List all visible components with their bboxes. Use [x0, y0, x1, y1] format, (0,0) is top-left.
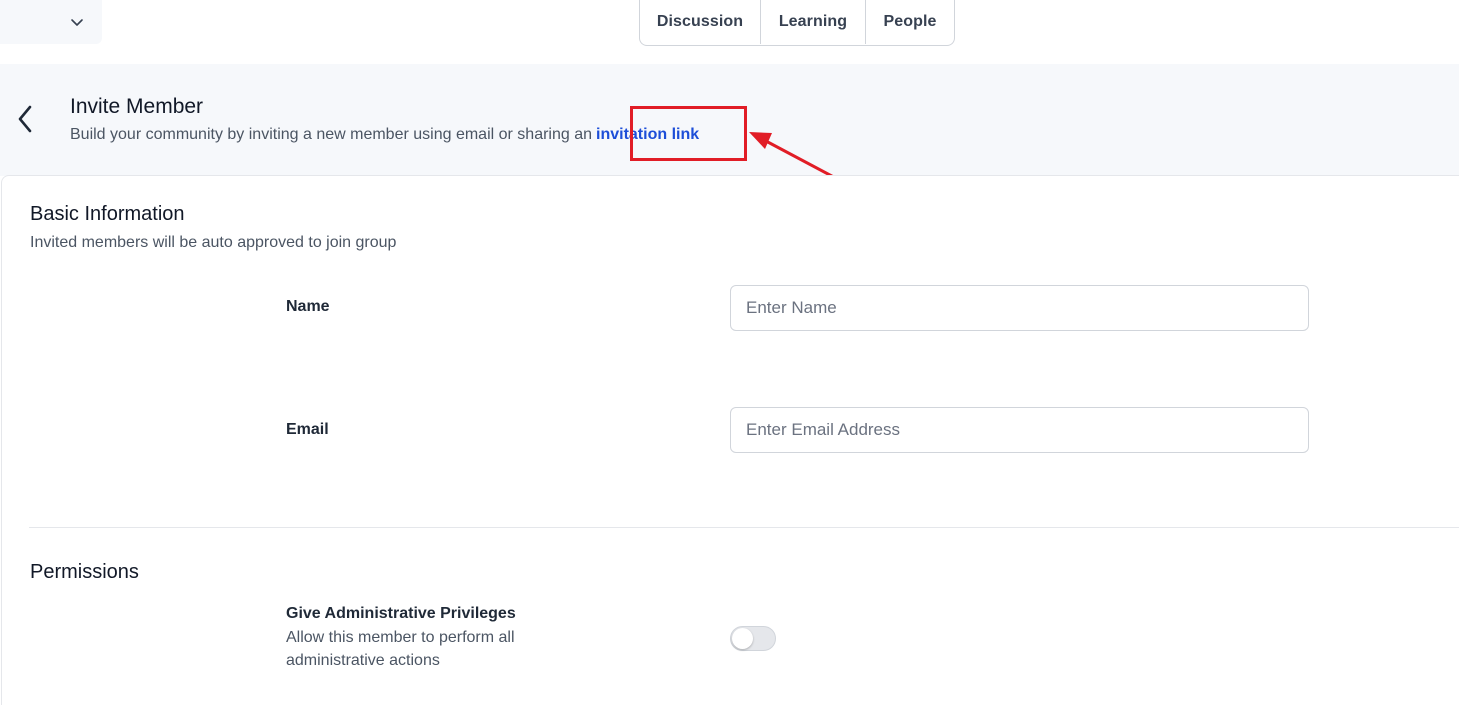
page-subtitle: Build your community by inviting a new m… — [70, 126, 699, 144]
email-label: Email — [286, 421, 329, 438]
admin-privileges-label: Give Administrative Privileges — [286, 605, 516, 622]
chevron-down-icon — [71, 19, 83, 26]
name-label: Name — [286, 298, 330, 315]
page-subtitle-text: Build your community by inviting a new m… — [70, 126, 593, 143]
tab-learning[interactable]: Learning — [761, 0, 866, 44]
permissions-title: Permissions — [30, 561, 139, 583]
tab-people[interactable]: People — [866, 0, 954, 44]
tab-discussion[interactable]: Discussion — [640, 0, 761, 44]
section-divider — [29, 527, 1459, 528]
back-button[interactable] — [12, 102, 38, 136]
page-title: Invite Member — [70, 95, 204, 118]
main-tabs: Discussion Learning People — [639, 0, 955, 46]
email-input[interactable] — [730, 407, 1309, 453]
top-bar: Discussion Learning People — [0, 0, 1459, 64]
chevron-left-icon — [18, 105, 32, 133]
admin-privileges-description: Allow this member to perform all adminis… — [286, 629, 515, 669]
admin-privileges-toggle[interactable] — [730, 626, 776, 651]
workspace-dropdown-button[interactable] — [0, 0, 102, 44]
toggle-knob — [732, 628, 753, 649]
basic-information-description: Invited members will be auto approved to… — [30, 234, 397, 251]
basic-information-title: Basic Information — [30, 203, 185, 225]
name-input[interactable] — [730, 285, 1309, 331]
annotation-highlight-box — [630, 106, 747, 161]
